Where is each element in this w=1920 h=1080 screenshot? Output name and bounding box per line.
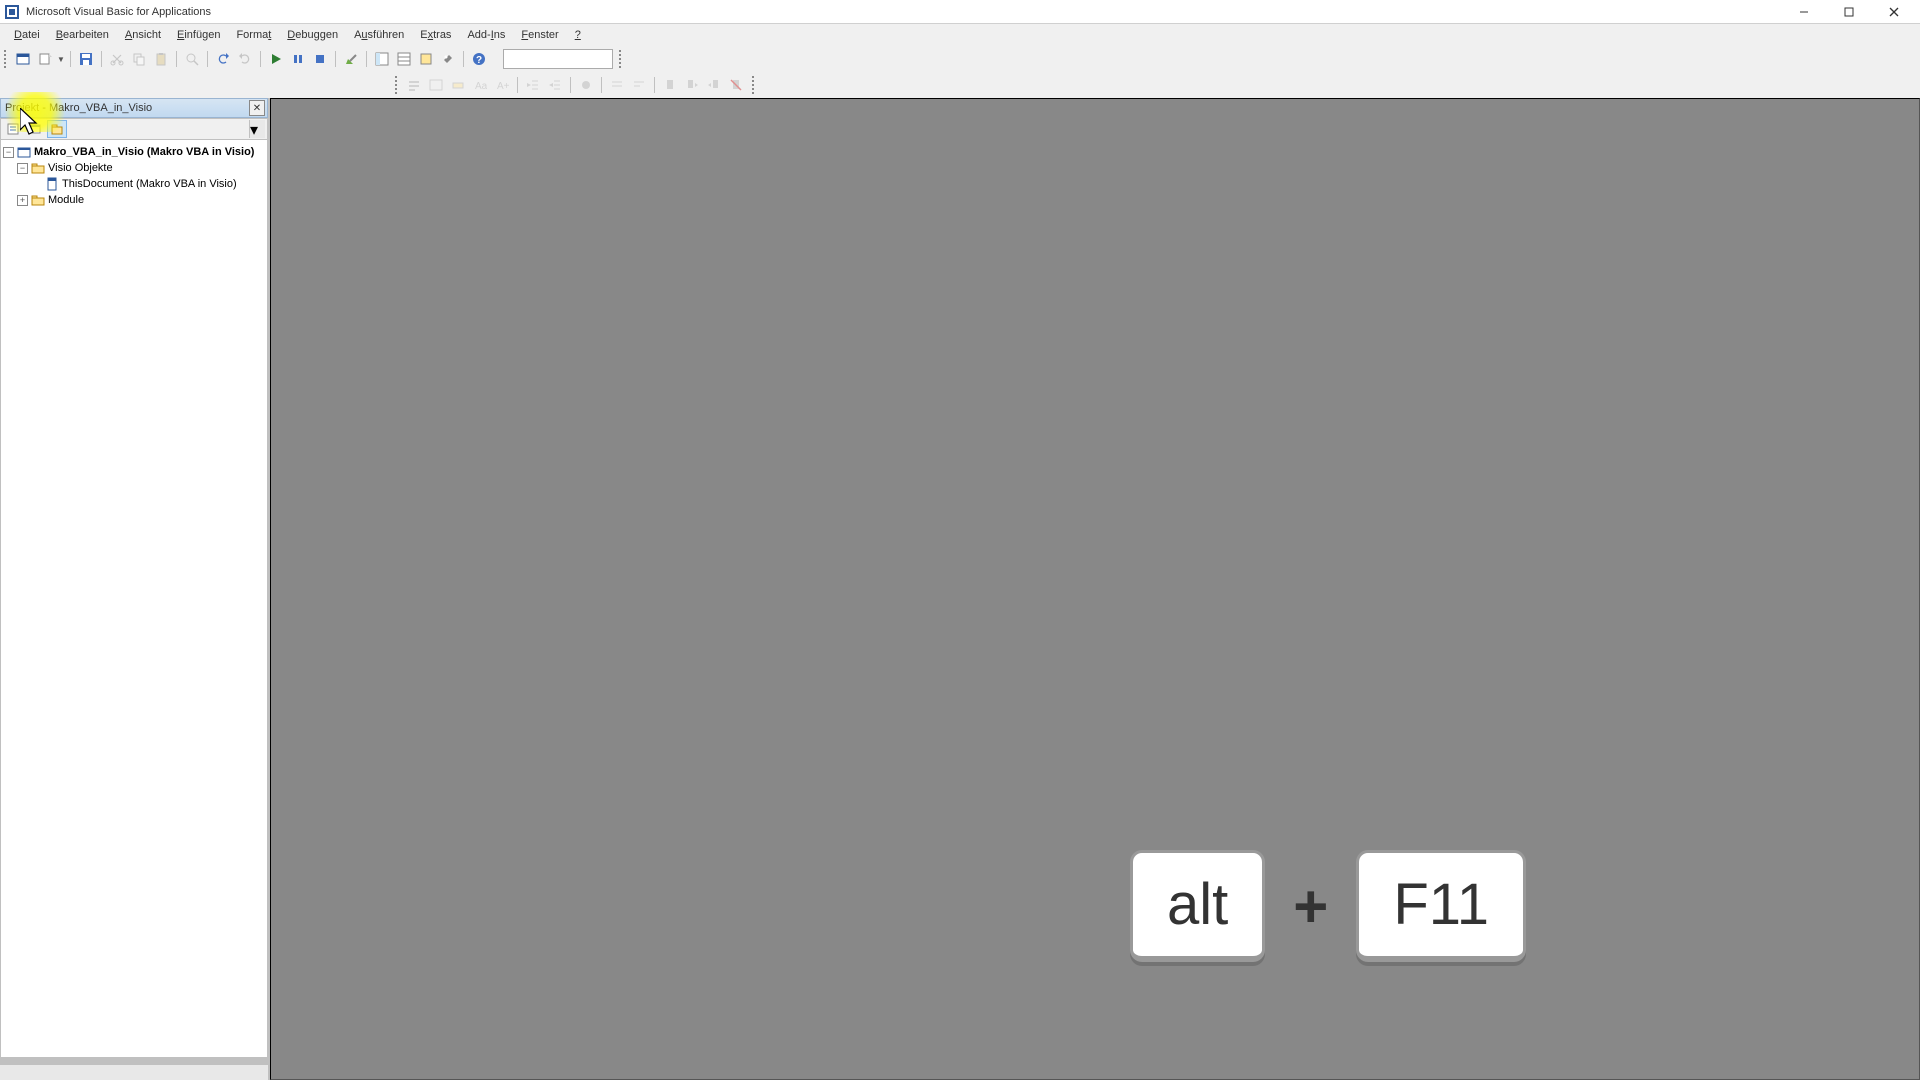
keyboard-shortcut-overlay: alt + F11: [1130, 850, 1526, 962]
expander-icon[interactable]: −: [3, 147, 14, 158]
find-button: [182, 49, 202, 69]
view-code-button[interactable]: [3, 120, 23, 138]
menu-einfuegen[interactable]: Einfügen: [169, 27, 228, 43]
titlebar: Microsoft Visual Basic for Applications: [0, 0, 1920, 24]
tree-project-root[interactable]: − Makro_VBA_in_Visio (Makro VBA in Visio…: [3, 144, 265, 160]
redo-button: [235, 49, 255, 69]
list-constants-button: [426, 75, 446, 95]
project-explorer-toolbar: ▾: [0, 118, 268, 140]
menu-format[interactable]: Format: [228, 27, 279, 43]
parameter-info-button: Aa: [470, 75, 490, 95]
svg-text:?: ?: [476, 55, 482, 66]
paste-button: [151, 49, 171, 69]
key-f11: F11: [1356, 850, 1526, 962]
project-explorer-panel: Projekt - Makro_VBA_in_Visio ✕ ▾ − Makro…: [0, 98, 270, 1080]
tree-folder1-label[interactable]: Visio Objekte: [48, 162, 113, 174]
tree-folder-visio-objects[interactable]: − Visio Objekte: [3, 160, 265, 176]
design-mode-button[interactable]: [341, 49, 361, 69]
menu-addins[interactable]: Add-Ins: [459, 27, 513, 43]
bookmark-prev-button: [704, 75, 724, 95]
list-properties-button: [404, 75, 424, 95]
menubar: Datei Bearbeiten Ansicht Einfügen Format…: [0, 24, 1920, 46]
menu-extras[interactable]: Extras: [412, 27, 459, 43]
insert-module-button[interactable]: [35, 49, 55, 69]
bookmark-toggle-button: [660, 75, 680, 95]
bookmark-next-button: [682, 75, 702, 95]
menu-help[interactable]: ?: [567, 27, 589, 43]
toggle-folders-button[interactable]: [47, 120, 67, 138]
window-title: Microsoft Visual Basic for Applications: [26, 6, 1781, 18]
save-button[interactable]: [76, 49, 96, 69]
menu-datei[interactable]: Datei: [6, 27, 48, 43]
object-browser-button[interactable]: [416, 49, 436, 69]
app-icon: [4, 4, 20, 20]
maximize-button[interactable]: [1826, 2, 1871, 22]
project-explorer-header[interactable]: Projekt - Makro_VBA_in_Visio ✕: [0, 98, 268, 118]
window-buttons: [1781, 2, 1916, 22]
tree-folder2-label[interactable]: Module: [48, 194, 84, 206]
project-explorer-button[interactable]: [372, 49, 392, 69]
folder-icon: [31, 193, 45, 207]
expander-icon[interactable]: −: [17, 163, 28, 174]
indent-button: [523, 75, 543, 95]
edit-toolbar: Aa A+: [0, 72, 1920, 98]
run-button[interactable]: [266, 49, 286, 69]
project-tree[interactable]: − Makro_VBA_in_Visio (Makro VBA in Visio…: [0, 140, 268, 1058]
folder-open-icon: [31, 161, 45, 175]
svg-text:A+: A+: [497, 81, 509, 92]
toolbar-grip[interactable]: [4, 50, 9, 68]
tree-root-label[interactable]: Makro_VBA_in_Visio (Makro VBA in Visio): [34, 146, 254, 158]
minimize-button[interactable]: [1781, 2, 1826, 22]
horizontal-scrollbar[interactable]: [0, 1064, 268, 1080]
project-icon: [17, 145, 31, 159]
reset-button[interactable]: [310, 49, 330, 69]
uncomment-block-button: [629, 75, 649, 95]
help-button[interactable]: ?: [469, 49, 489, 69]
tree-folder-module[interactable]: + Module: [3, 192, 265, 208]
cut-button: [107, 49, 127, 69]
bookmark-clear-button: [726, 75, 746, 95]
view-object-button[interactable]: [25, 120, 45, 138]
expander-icon[interactable]: +: [17, 195, 28, 206]
tree-doc-label[interactable]: ThisDocument (Makro VBA in Visio): [62, 178, 237, 190]
quick-info-button: [448, 75, 468, 95]
main-area: Projekt - Makro_VBA_in_Visio ✕ ▾ − Makro…: [0, 98, 1920, 1080]
comment-block-button: [607, 75, 627, 95]
project-explorer-close-button[interactable]: ✕: [249, 100, 265, 116]
project-toolbar-overflow[interactable]: ▾: [249, 120, 265, 138]
standard-toolbar: ▼ ?: [0, 46, 1920, 72]
undo-button[interactable]: [213, 49, 233, 69]
edit-toolbar-grip[interactable]: [395, 76, 400, 94]
view-visio-button[interactable]: [13, 49, 33, 69]
outdent-button: [545, 75, 565, 95]
position-dropdown[interactable]: [503, 49, 613, 69]
break-button[interactable]: [288, 49, 308, 69]
copy-button: [129, 49, 149, 69]
document-icon: [45, 177, 59, 191]
edit-toolbar-end-grip[interactable]: [752, 76, 757, 94]
toolbar-end-grip[interactable]: [619, 50, 624, 68]
menu-debuggen[interactable]: Debuggen: [279, 27, 346, 43]
key-plus: +: [1293, 872, 1328, 941]
menu-fenster[interactable]: Fenster: [513, 27, 566, 43]
key-alt: alt: [1130, 850, 1265, 962]
complete-word-button: A+: [492, 75, 512, 95]
mdi-client-area: [270, 98, 1920, 1080]
close-button[interactable]: [1871, 2, 1916, 22]
toolbox-button[interactable]: [438, 49, 458, 69]
svg-text:Aa: Aa: [475, 81, 487, 92]
menu-ansicht[interactable]: Ansicht: [117, 27, 169, 43]
breakpoint-button: [576, 75, 596, 95]
tree-thisdocument[interactable]: ThisDocument (Makro VBA in Visio): [3, 176, 265, 192]
menu-ausfuehren[interactable]: Ausführen: [346, 27, 412, 43]
menu-bearbeiten[interactable]: Bearbeiten: [48, 27, 117, 43]
project-explorer-title: Projekt - Makro_VBA_in_Visio: [5, 102, 152, 114]
properties-window-button[interactable]: [394, 49, 414, 69]
